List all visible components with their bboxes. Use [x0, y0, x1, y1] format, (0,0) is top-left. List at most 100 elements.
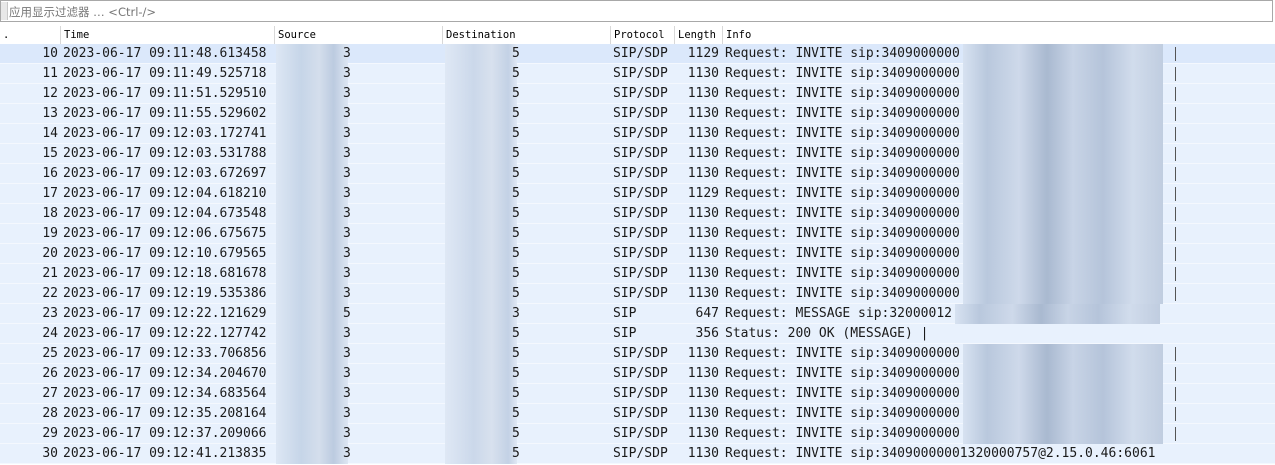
packet-row[interactable]: 11 2023-06-17 09:11:49.525718 SIP/SDP 1130 R… — [0, 64, 1275, 84]
packet-protocol: SIP/SDP — [613, 126, 668, 141]
packet-row[interactable]: 28 2023-06-17 09:12:35.208164 SIP/SDP 1130 R… — [0, 404, 1275, 424]
packet-number: 28 — [42, 406, 58, 421]
packet-row[interactable]: 15 2023-06-17 09:12:03.531788 SIP/SDP 1130 R… — [0, 144, 1275, 164]
column-divider-mark — [1175, 67, 1176, 81]
source-redaction — [276, 204, 348, 224]
packet-source: 3 — [343, 346, 351, 361]
packet-row[interactable]: 10 2023-06-17 09:11:48.613458 SIP/SDP 1129 R… — [0, 44, 1275, 64]
packet-row[interactable]: 18 2023-06-17 09:12:04.673548 SIP/SDP 1130 R… — [0, 204, 1275, 224]
packet-protocol: SIP/SDP — [613, 406, 668, 421]
packet-destination: 5 — [512, 66, 520, 81]
source-redaction — [276, 324, 348, 344]
packet-protocol: SIP/SDP — [613, 426, 668, 441]
destination-redaction — [445, 124, 517, 144]
destination-redaction — [445, 364, 517, 384]
packet-source: 3 — [343, 66, 351, 81]
packet-source: 3 — [343, 386, 351, 401]
packet-number: 18 — [42, 206, 58, 221]
packet-protocol: SIP/SDP — [613, 266, 668, 281]
destination-redaction — [445, 444, 517, 464]
source-redaction — [276, 384, 348, 404]
packet-number: 21 — [42, 266, 58, 281]
packet-protocol: SIP/SDP — [613, 66, 668, 81]
packet-number: 19 — [42, 226, 58, 241]
packet-time: 2023-06-17 09:12:04.618210 — [63, 186, 267, 201]
packet-destination: 5 — [512, 186, 520, 201]
column-header-time[interactable]: Time — [60, 26, 274, 44]
packet-row[interactable]: 30 2023-06-17 09:12:41.213835 SIP/SDP 1130 R… — [0, 444, 1275, 464]
packet-time: 2023-06-17 09:11:55.529602 — [63, 106, 267, 121]
info-redaction — [963, 164, 1163, 184]
column-divider-mark — [1175, 127, 1176, 141]
packet-number: 10 — [42, 46, 58, 61]
column-header-length[interactable]: Length — [674, 26, 722, 44]
packet-source: 3 — [343, 286, 351, 301]
packet-row[interactable]: 26 2023-06-17 09:12:34.204670 SIP/SDP 1130 R… — [0, 364, 1275, 384]
column-divider-mark — [1175, 147, 1176, 161]
display-filter-bar[interactable]: 应用显示过滤器 … <Ctrl-/> — [0, 0, 1273, 22]
packet-row[interactable]: 29 2023-06-17 09:12:37.209066 SIP/SDP 1130 R… — [0, 424, 1275, 444]
display-filter-input[interactable]: 应用显示过滤器 … <Ctrl-/> — [9, 4, 156, 20]
packet-time: 2023-06-17 09:12:41.213835 — [63, 446, 267, 461]
packet-row[interactable]: 25 2023-06-17 09:12:33.706856 SIP/SDP 1130 R… — [0, 344, 1275, 364]
packet-destination: 5 — [512, 366, 520, 381]
packet-time: 2023-06-17 09:12:22.127742 — [63, 326, 267, 341]
packet-source: 3 — [343, 126, 351, 141]
destination-redaction — [445, 264, 517, 284]
column-header-info[interactable]: Info — [722, 26, 1275, 44]
source-redaction — [276, 344, 348, 364]
packet-row[interactable]: 14 2023-06-17 09:12:03.172741 SIP/SDP 1130 R… — [0, 124, 1275, 144]
column-divider-mark — [1175, 107, 1176, 121]
filter-bookmark-icon[interactable] — [1, 2, 8, 20]
packet-protocol: SIP/SDP — [613, 146, 668, 161]
source-redaction — [276, 424, 348, 444]
column-header-destination[interactable]: Destination — [442, 26, 610, 44]
column-header-protocol[interactable]: Protocol — [610, 26, 674, 44]
packet-row[interactable]: 17 2023-06-17 09:12:04.618210 SIP/SDP 1129 R… — [0, 184, 1275, 204]
info-redaction — [963, 104, 1163, 124]
packet-number: 15 — [42, 146, 58, 161]
destination-redaction — [445, 384, 517, 404]
packet-number: 26 — [42, 366, 58, 381]
column-header-no[interactable]: . — [0, 26, 60, 44]
packet-time: 2023-06-17 09:12:06.675675 — [63, 226, 267, 241]
packet-row[interactable]: 22 2023-06-17 09:12:19.535386 SIP/SDP 1130 R… — [0, 284, 1275, 304]
source-redaction — [276, 444, 348, 464]
packet-time: 2023-06-17 09:12:34.204670 — [63, 366, 267, 381]
packet-destination: 5 — [512, 86, 520, 101]
destination-redaction — [445, 204, 517, 224]
packet-length: 1130 — [687, 266, 719, 281]
column-divider-mark — [1175, 367, 1176, 381]
packet-source: 3 — [343, 186, 351, 201]
packet-destination: 5 — [512, 346, 520, 361]
packet-row[interactable]: 12 2023-06-17 09:11:51.529510 SIP/SDP 1130 R… — [0, 84, 1275, 104]
packet-source: 3 — [343, 266, 351, 281]
packet-source: 3 — [343, 46, 351, 61]
packet-row[interactable]: 19 2023-06-17 09:12:06.675675 SIP/SDP 1130 R… — [0, 224, 1275, 244]
column-header-source[interactable]: Source — [274, 26, 442, 44]
packet-row[interactable]: 24 2023-06-17 09:12:22.127742 SIP 356 Status… — [0, 324, 1275, 344]
packet-protocol: SIP/SDP — [613, 246, 668, 261]
packet-number: 30 — [42, 446, 58, 461]
packet-source: 5 — [343, 306, 351, 321]
column-divider-mark — [1175, 287, 1176, 301]
packet-destination: 5 — [512, 446, 520, 461]
packet-row[interactable]: 23 2023-06-17 09:12:22.121629 SIP 647 Reques… — [0, 304, 1275, 324]
packet-source: 3 — [343, 206, 351, 221]
packet-row[interactable]: 27 2023-06-17 09:12:34.683564 SIP/SDP 1130 R… — [0, 384, 1275, 404]
packet-length: 1130 — [687, 286, 719, 301]
packet-protocol: SIP/SDP — [613, 366, 668, 381]
source-redaction — [276, 304, 348, 324]
packet-time: 2023-06-17 09:12:03.531788 — [63, 146, 267, 161]
info-redaction — [963, 44, 1163, 64]
source-redaction — [276, 64, 348, 84]
packet-row[interactable]: 16 2023-06-17 09:12:03.672697 SIP/SDP 1130 R… — [0, 164, 1275, 184]
packet-row[interactable]: 13 2023-06-17 09:11:55.529602 SIP/SDP 1130 R… — [0, 104, 1275, 124]
packet-row[interactable]: 20 2023-06-17 09:12:10.679565 SIP/SDP 1130 R… — [0, 244, 1275, 264]
destination-redaction — [445, 164, 517, 184]
packet-length: 1130 — [687, 146, 719, 161]
packet-time: 2023-06-17 09:11:51.529510 — [63, 86, 267, 101]
packet-info: Status: 200 OK (MESSAGE) | — [725, 326, 929, 341]
source-redaction — [276, 264, 348, 284]
packet-row[interactable]: 21 2023-06-17 09:12:18.681678 SIP/SDP 1130 R… — [0, 264, 1275, 284]
